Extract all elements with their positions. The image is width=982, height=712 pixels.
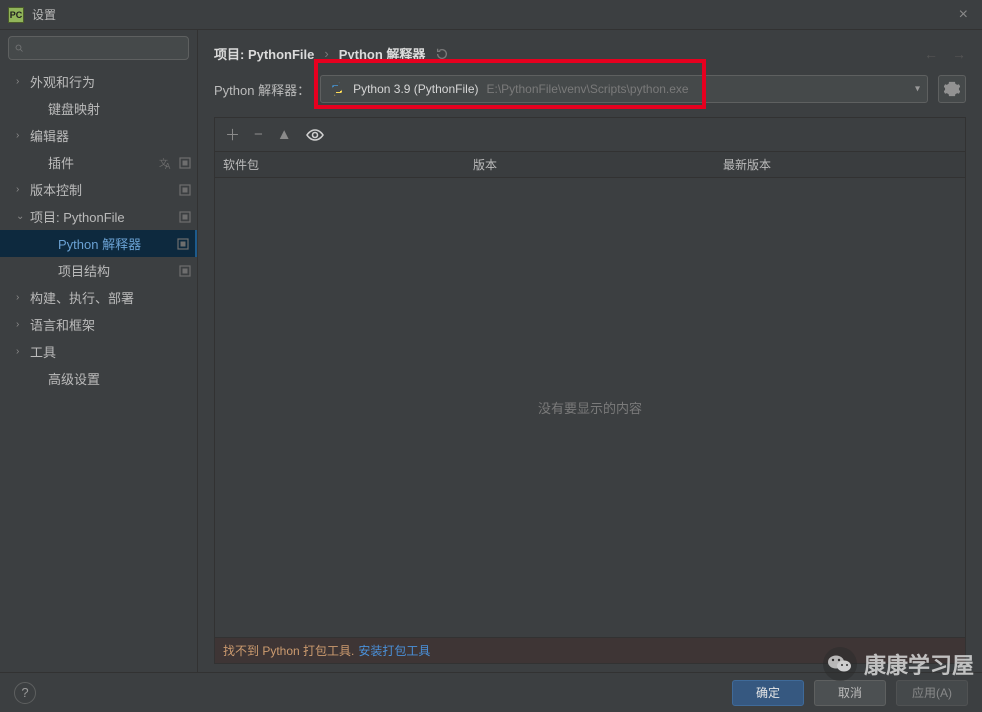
upgrade-package-button[interactable]: ▲ — [277, 126, 292, 143]
packages-body: 没有要显示的内容 — [215, 178, 965, 637]
sidebar-item[interactable]: › 外观和行为 — [0, 68, 197, 95]
apply-button[interactable]: 应用(A) — [896, 680, 968, 706]
sidebar-item-label: 插件 — [48, 153, 74, 172]
chevron-icon: › — [16, 184, 24, 195]
translate-icon: 文A — [159, 156, 173, 170]
packages-header-name[interactable]: 软件包 — [215, 152, 465, 177]
close-button[interactable]: × — [953, 6, 974, 24]
interpreter-settings-button[interactable] — [938, 75, 966, 103]
packages-toolbar: ＋ − ▲ — [215, 118, 965, 151]
breadcrumb-sep: › — [324, 46, 328, 61]
sidebar-item[interactable]: ›键盘映射 — [0, 95, 197, 122]
packages-footer-text: 找不到 Python 打包工具. — [223, 642, 354, 659]
titlebar: PC 设置 × — [0, 0, 982, 30]
sidebar-item-label: 版本控制 — [30, 180, 82, 199]
window-title: 设置 — [32, 6, 56, 23]
nav-forward-icon[interactable]: → — [952, 46, 966, 62]
interpreter-row: Python 解释器： Python 3.9 (PythonFile) E:\P… — [214, 75, 966, 103]
chevron-icon: › — [16, 346, 24, 357]
eye-icon — [306, 128, 324, 142]
cancel-button[interactable]: 取消 — [814, 680, 886, 706]
help-button[interactable]: ? — [14, 682, 36, 704]
chevron-icon: › — [16, 292, 24, 303]
sidebar-item[interactable]: › 工具 — [0, 338, 197, 365]
settings-tree: ›外观和行为›键盘映射›编辑器›插件文A›版本控制⌄项目: PythonFile… — [0, 66, 197, 392]
search-icon — [15, 41, 23, 55]
sidebar-item[interactable]: ⌄ 项目: PythonFile — [0, 203, 197, 230]
sidebar-item[interactable]: ›Python 解释器 — [0, 230, 197, 257]
sidebar-item-label: 项目结构 — [58, 261, 110, 280]
chevron-icon: ⌄ — [16, 211, 24, 222]
sidebar-item-label: 构建、执行、部署 — [30, 288, 134, 307]
packages-header-version[interactable]: 版本 — [465, 152, 715, 177]
chevron-down-icon: ▾ — [915, 84, 920, 95]
ok-button[interactable]: 确定 — [732, 680, 804, 706]
breadcrumb-item[interactable]: Python 解释器 — [339, 44, 426, 63]
packages-footer: 找不到 Python 打包工具. 安装打包工具 — [215, 637, 965, 663]
app-icon: PC — [8, 7, 24, 23]
packages-empty-text: 没有要显示的内容 — [538, 398, 642, 417]
scope-icon — [179, 184, 191, 196]
scope-icon — [179, 157, 191, 169]
sidebar-item[interactable]: ›项目结构 — [0, 257, 197, 284]
main: ›外观和行为›键盘映射›编辑器›插件文A›版本控制⌄项目: PythonFile… — [0, 30, 982, 672]
sidebar-item-label: 项目: PythonFile — [30, 207, 125, 226]
sidebar-item[interactable]: › 语言和框架 — [0, 311, 197, 338]
interpreter-name: Python 3.9 (PythonFile) — [353, 82, 478, 96]
search-box[interactable] — [8, 36, 189, 60]
nav-back-icon[interactable]: ← — [924, 46, 938, 62]
content: 项目: PythonFile › Python 解释器 ← → Python 解… — [198, 30, 982, 672]
breadcrumb: 项目: PythonFile › Python 解释器 ← → — [214, 38, 966, 75]
interpreter-label: Python 解释器： — [214, 80, 310, 99]
search-wrap — [0, 30, 197, 66]
breadcrumb-item[interactable]: 项目: PythonFile — [214, 44, 314, 63]
sidebar-item[interactable]: › 版本控制 — [0, 176, 197, 203]
sidebar-item-label: 高级设置 — [48, 369, 100, 388]
sidebar-item-label: 编辑器 — [30, 126, 69, 145]
svg-text:A: A — [165, 162, 171, 170]
packages-header-latest[interactable]: 最新版本 — [715, 152, 965, 177]
gear-icon — [944, 81, 960, 97]
interpreter-path: E:\PythonFile\venv\Scripts\python.exe — [487, 82, 689, 96]
interpreter-select[interactable]: Python 3.9 (PythonFile) E:\PythonFile\ve… — [320, 75, 928, 103]
sidebar-item[interactable]: ›插件文A — [0, 149, 197, 176]
sidebar-item[interactable]: › 构建、执行、部署 — [0, 284, 197, 311]
reset-icon[interactable] — [435, 47, 449, 61]
chevron-icon: › — [16, 319, 24, 330]
bottombar: ? 确定 取消 应用(A) — [0, 672, 982, 712]
add-package-button[interactable]: ＋ — [225, 124, 240, 145]
sidebar-item-label: Python 解释器 — [58, 234, 141, 253]
sidebar-item-label: 外观和行为 — [30, 72, 95, 91]
scope-icon — [179, 211, 191, 223]
install-tools-link[interactable]: 安装打包工具 — [358, 642, 430, 659]
sidebar-item[interactable]: › 编辑器 — [0, 122, 197, 149]
sidebar-item-label: 键盘映射 — [48, 99, 100, 118]
chevron-icon: › — [16, 130, 24, 141]
search-input[interactable] — [27, 41, 182, 55]
sidebar-item-label: 工具 — [30, 342, 56, 361]
sidebar-item[interactable]: ›高级设置 — [0, 365, 197, 392]
python-icon — [329, 81, 345, 97]
scope-icon — [179, 265, 191, 277]
chevron-icon: › — [16, 76, 24, 87]
scope-icon — [177, 238, 189, 250]
packages-header: 软件包 版本 最新版本 — [215, 151, 965, 178]
sidebar-item-label: 语言和框架 — [30, 315, 95, 334]
remove-package-button[interactable]: − — [254, 126, 263, 143]
show-early-button[interactable] — [306, 128, 324, 142]
packages-panel: ＋ − ▲ 软件包 版本 最新版本 没有要显示的内容 找不到 Python 打包… — [214, 117, 966, 664]
sidebar: ›外观和行为›键盘映射›编辑器›插件文A›版本控制⌄项目: PythonFile… — [0, 30, 198, 672]
